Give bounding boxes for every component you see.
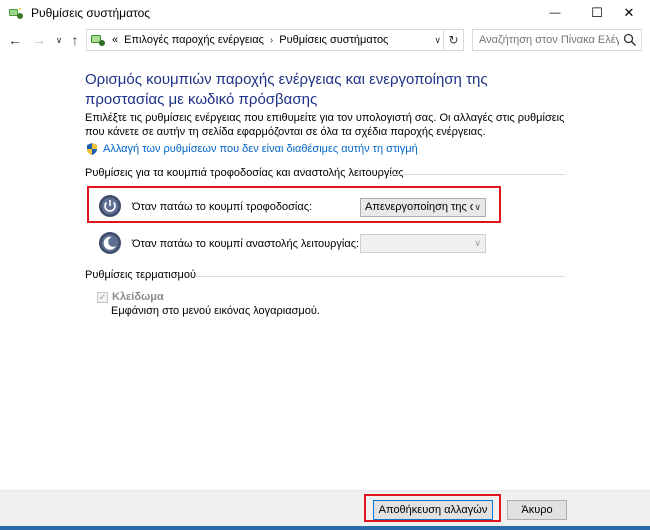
uac-shield-icon — [87, 143, 97, 155]
minimize-icon: — — [549, 7, 561, 19]
taskbar-strip — [0, 526, 650, 530]
power-buttons-section-title: Ρυθμίσεις για τα κουμπιά τροφοδοσίας και… — [85, 167, 404, 179]
lock-option[interactable]: ✓ Κλείδωμα — [97, 291, 164, 303]
chevron-down-icon: ∨ — [474, 202, 481, 212]
close-icon: ✕ — [623, 5, 635, 20]
window-title: Ρυθμίσεις συστήματος — [31, 6, 151, 20]
page-title: Ορισμός κουμπιών παροχής ενέργειας και ε… — [85, 71, 488, 108]
breadcrumb-prefix[interactable]: « — [112, 34, 118, 46]
sleep-button-action-select[interactable]: ∨ — [360, 234, 486, 253]
chevron-down-icon: ∨ — [55, 34, 63, 45]
section-divider — [390, 174, 565, 175]
minimize-button[interactable]: — — [534, 0, 576, 26]
navigation-bar: ← → ∨ ↑ « Επιλογές παροχής ενέργειας › Ρ… — [0, 26, 650, 54]
back-button[interactable]: ← — [6, 30, 24, 50]
refresh-button[interactable]: ↻ — [443, 30, 463, 50]
shutdown-section-title: Ρυθμίσεις τερματισμού — [85, 269, 196, 281]
title-bar: Ρυθμίσεις συστήματος — ☐ ✕ — [0, 0, 650, 26]
change-unavailable-settings-link[interactable]: Αλλαγή των ρυθμίσεων που δεν είναι διαθέ… — [103, 143, 418, 155]
cancel-button[interactable]: Άκυρο — [507, 500, 567, 520]
power-options-icon — [9, 8, 23, 19]
power-button-action-select[interactable]: Απενεργοποίηση της σ ∨ — [360, 198, 486, 217]
chevron-down-icon: ∨ — [474, 238, 481, 248]
sleep-button-label: Όταν πατάω το κουμπί αναστολής λειτουργί… — [132, 238, 360, 250]
section-divider — [196, 276, 565, 277]
refresh-icon: ↻ — [448, 33, 459, 47]
lock-checkbox[interactable]: ✓ — [97, 291, 108, 303]
save-changes-button[interactable]: Αποθήκευση αλλαγών — [373, 500, 493, 520]
breadcrumb-system-settings[interactable]: Ρυθμίσεις συστήματος — [279, 34, 388, 46]
up-button[interactable]: ↑ — [66, 30, 84, 50]
lock-description: Εμφάνιση στο μενού εικόνας λογαριασμού. — [111, 305, 320, 317]
power-button-icon — [99, 195, 121, 217]
up-arrow-icon: ↑ — [71, 32, 79, 48]
change-unavailable-settings[interactable]: Αλλαγή των ρυθμίσεων που δεν είναι διαθέ… — [85, 142, 418, 156]
back-arrow-icon: ← — [8, 32, 22, 48]
sleep-button-icon — [99, 232, 121, 254]
search-box[interactable] — [472, 29, 642, 51]
control-panel-icon — [91, 35, 105, 46]
power-button-action-value: Απενεργοποίηση της σ — [365, 201, 473, 213]
search-input[interactable] — [479, 32, 619, 48]
checkmark-icon: ✓ — [98, 291, 107, 302]
close-button[interactable]: ✕ — [608, 0, 650, 26]
forward-arrow-icon: → — [32, 32, 46, 48]
breadcrumb-power-options[interactable]: Επιλογές παροχής ενέργειας — [124, 34, 264, 46]
page-description: Επιλέξτε τις ρυθμίσεις ενέργειας που επι… — [85, 112, 565, 138]
breadcrumb-separator[interactable]: › — [270, 35, 273, 46]
search-icon[interactable] — [623, 33, 637, 47]
power-button-label: Όταν πατάω το κουμπί τροφοδοσίας: — [132, 201, 313, 213]
forward-button[interactable]: → — [30, 30, 48, 50]
lock-label: Κλείδωμα — [112, 291, 164, 303]
maximize-icon: ☐ — [591, 5, 603, 20]
address-bar[interactable]: « Επιλογές παροχής ενέργειας › Ρυθμίσεις… — [86, 29, 464, 51]
address-dropdown-icon[interactable]: ∨ — [434, 35, 441, 46]
